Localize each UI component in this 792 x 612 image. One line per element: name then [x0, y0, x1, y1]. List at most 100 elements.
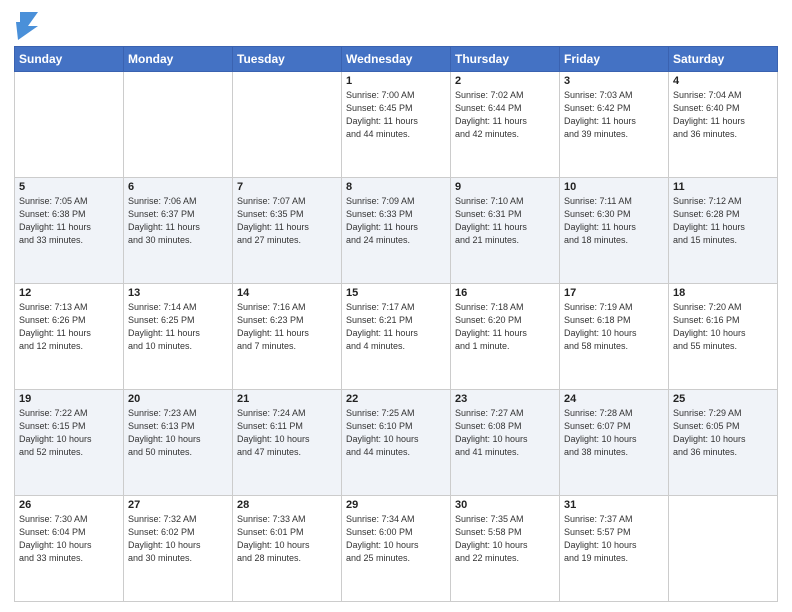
day-info: Sunrise: 7:29 AM Sunset: 6:05 PM Dayligh…: [673, 407, 773, 459]
header: [14, 10, 778, 40]
day-info: Sunrise: 7:24 AM Sunset: 6:11 PM Dayligh…: [237, 407, 337, 459]
calendar-cell: 30 Sunrise: 7:35 AM Sunset: 5:58 PM Dayli…: [451, 496, 560, 602]
calendar-cell: 21 Sunrise: 7:24 AM Sunset: 6:11 PM Dayli…: [233, 390, 342, 496]
weekday-header-row: SundayMondayTuesdayWednesdayThursdayFrid…: [15, 47, 778, 72]
day-info: Sunrise: 7:07 AM Sunset: 6:35 PM Dayligh…: [237, 195, 337, 247]
day-info: Sunrise: 7:14 AM Sunset: 6:25 PM Dayligh…: [128, 301, 228, 353]
day-info: Sunrise: 7:03 AM Sunset: 6:42 PM Dayligh…: [564, 89, 664, 141]
day-info: Sunrise: 7:00 AM Sunset: 6:45 PM Dayligh…: [346, 89, 446, 141]
day-number: 10: [564, 181, 664, 193]
day-info: Sunrise: 7:17 AM Sunset: 6:21 PM Dayligh…: [346, 301, 446, 353]
weekday-header-saturday: Saturday: [669, 47, 778, 72]
day-info: Sunrise: 7:04 AM Sunset: 6:40 PM Dayligh…: [673, 89, 773, 141]
day-info: Sunrise: 7:25 AM Sunset: 6:10 PM Dayligh…: [346, 407, 446, 459]
calendar-cell: 14 Sunrise: 7:16 AM Sunset: 6:23 PM Dayli…: [233, 284, 342, 390]
day-info: Sunrise: 7:05 AM Sunset: 6:38 PM Dayligh…: [19, 195, 119, 247]
calendar-cell: 27 Sunrise: 7:32 AM Sunset: 6:02 PM Dayli…: [124, 496, 233, 602]
day-info: Sunrise: 7:11 AM Sunset: 6:30 PM Dayligh…: [564, 195, 664, 247]
day-info: Sunrise: 7:34 AM Sunset: 6:00 PM Dayligh…: [346, 513, 446, 565]
day-number: 21: [237, 393, 337, 405]
day-info: Sunrise: 7:19 AM Sunset: 6:18 PM Dayligh…: [564, 301, 664, 353]
day-number: 8: [346, 181, 446, 193]
day-number: 31: [564, 499, 664, 511]
day-number: 6: [128, 181, 228, 193]
calendar-cell: 13 Sunrise: 7:14 AM Sunset: 6:25 PM Dayli…: [124, 284, 233, 390]
calendar-cell: 26Sunrise: 7:30 AM Sunset: 6:04 PM Dayli…: [15, 496, 124, 602]
calendar-cell: 17 Sunrise: 7:19 AM Sunset: 6:18 PM Dayli…: [560, 284, 669, 390]
calendar-cell: 16Sunrise: 7:18 AM Sunset: 6:20 PM Dayli…: [451, 284, 560, 390]
day-number: 28: [237, 499, 337, 511]
day-info: Sunrise: 7:16 AM Sunset: 6:23 PM Dayligh…: [237, 301, 337, 353]
calendar-cell: 9 Sunrise: 7:10 AM Sunset: 6:31 PM Daylig…: [451, 178, 560, 284]
day-number: 9: [455, 181, 555, 193]
day-number: 27: [128, 499, 228, 511]
day-number: 11: [673, 181, 773, 193]
day-number: 15: [346, 287, 446, 299]
calendar-cell: 22 Sunrise: 7:25 AM Sunset: 6:10 PM Dayli…: [342, 390, 451, 496]
logo-icon: [16, 12, 38, 40]
day-info: Sunrise: 7:13 AM Sunset: 6:26 PM Dayligh…: [19, 301, 119, 353]
day-info: Sunrise: 7:23 AM Sunset: 6:13 PM Dayligh…: [128, 407, 228, 459]
day-number: 13: [128, 287, 228, 299]
calendar-cell: 10 Sunrise: 7:11 AM Sunset: 6:30 PM Dayli…: [560, 178, 669, 284]
day-info: Sunrise: 7:28 AM Sunset: 6:07 PM Dayligh…: [564, 407, 664, 459]
day-number: 23: [455, 393, 555, 405]
day-number: 4: [673, 75, 773, 87]
day-number: 17: [564, 287, 664, 299]
day-number: 3: [564, 75, 664, 87]
day-number: 14: [237, 287, 337, 299]
calendar-cell: 15 Sunrise: 7:17 AM Sunset: 6:21 PM Dayli…: [342, 284, 451, 390]
calendar-cell: 5 Sunrise: 7:05 AM Sunset: 6:38 PM Daylig…: [15, 178, 124, 284]
calendar-cell: 28Sunrise: 7:33 AM Sunset: 6:01 PM Dayli…: [233, 496, 342, 602]
day-number: 2: [455, 75, 555, 87]
day-number: 24: [564, 393, 664, 405]
calendar-week-row: 12Sunrise: 7:13 AM Sunset: 6:26 PM Dayli…: [15, 284, 778, 390]
calendar-week-row: 19Sunrise: 7:22 AM Sunset: 6:15 PM Dayli…: [15, 390, 778, 496]
calendar-cell: [124, 72, 233, 178]
calendar-cell: [233, 72, 342, 178]
calendar-cell: 2 Sunrise: 7:02 AM Sunset: 6:44 PM Daylig…: [451, 72, 560, 178]
day-number: 18: [673, 287, 773, 299]
day-number: 5: [19, 181, 119, 193]
day-info: Sunrise: 7:02 AM Sunset: 6:44 PM Dayligh…: [455, 89, 555, 141]
weekday-header-tuesday: Tuesday: [233, 47, 342, 72]
logo: [14, 14, 38, 40]
calendar-cell: 3 Sunrise: 7:03 AM Sunset: 6:42 PM Daylig…: [560, 72, 669, 178]
day-info: Sunrise: 7:20 AM Sunset: 6:16 PM Dayligh…: [673, 301, 773, 353]
day-number: 26: [19, 499, 119, 511]
calendar-cell: 12Sunrise: 7:13 AM Sunset: 6:26 PM Dayli…: [15, 284, 124, 390]
calendar-cell: 7Sunrise: 7:07 AM Sunset: 6:35 PM Daylig…: [233, 178, 342, 284]
calendar-cell: 11 Sunrise: 7:12 AM Sunset: 6:28 PM Dayli…: [669, 178, 778, 284]
day-info: Sunrise: 7:10 AM Sunset: 6:31 PM Dayligh…: [455, 195, 555, 247]
calendar-cell: [15, 72, 124, 178]
calendar-cell: 4 Sunrise: 7:04 AM Sunset: 6:40 PM Daylig…: [669, 72, 778, 178]
day-info: Sunrise: 7:22 AM Sunset: 6:15 PM Dayligh…: [19, 407, 119, 459]
day-info: Sunrise: 7:06 AM Sunset: 6:37 PM Dayligh…: [128, 195, 228, 247]
day-info: Sunrise: 7:35 AM Sunset: 5:58 PM Dayligh…: [455, 513, 555, 565]
calendar-week-row: 5 Sunrise: 7:05 AM Sunset: 6:38 PM Daylig…: [15, 178, 778, 284]
day-info: Sunrise: 7:32 AM Sunset: 6:02 PM Dayligh…: [128, 513, 228, 565]
weekday-header-sunday: Sunday: [15, 47, 124, 72]
day-number: 30: [455, 499, 555, 511]
calendar-cell: 8 Sunrise: 7:09 AM Sunset: 6:33 PM Daylig…: [342, 178, 451, 284]
day-info: Sunrise: 7:12 AM Sunset: 6:28 PM Dayligh…: [673, 195, 773, 247]
calendar-cell: 6 Sunrise: 7:06 AM Sunset: 6:37 PM Daylig…: [124, 178, 233, 284]
calendar-cell: 25Sunrise: 7:29 AM Sunset: 6:05 PM Dayli…: [669, 390, 778, 496]
calendar-cell: 29 Sunrise: 7:34 AM Sunset: 6:00 PM Dayli…: [342, 496, 451, 602]
day-number: 20: [128, 393, 228, 405]
day-number: 1: [346, 75, 446, 87]
calendar-week-row: 1 Sunrise: 7:00 AM Sunset: 6:45 PM Daylig…: [15, 72, 778, 178]
day-number: 22: [346, 393, 446, 405]
day-info: Sunrise: 7:27 AM Sunset: 6:08 PM Dayligh…: [455, 407, 555, 459]
weekday-header-monday: Monday: [124, 47, 233, 72]
weekday-header-thursday: Thursday: [451, 47, 560, 72]
weekday-header-wednesday: Wednesday: [342, 47, 451, 72]
calendar-cell: 24 Sunrise: 7:28 AM Sunset: 6:07 PM Dayli…: [560, 390, 669, 496]
day-info: Sunrise: 7:18 AM Sunset: 6:20 PM Dayligh…: [455, 301, 555, 353]
day-number: 29: [346, 499, 446, 511]
day-info: Sunrise: 7:09 AM Sunset: 6:33 PM Dayligh…: [346, 195, 446, 247]
calendar-cell: 20 Sunrise: 7:23 AM Sunset: 6:13 PM Dayli…: [124, 390, 233, 496]
calendar-cell: [669, 496, 778, 602]
page: SundayMondayTuesdayWednesdayThursdayFrid…: [0, 0, 792, 612]
calendar-cell: 23 Sunrise: 7:27 AM Sunset: 6:08 PM Dayli…: [451, 390, 560, 496]
